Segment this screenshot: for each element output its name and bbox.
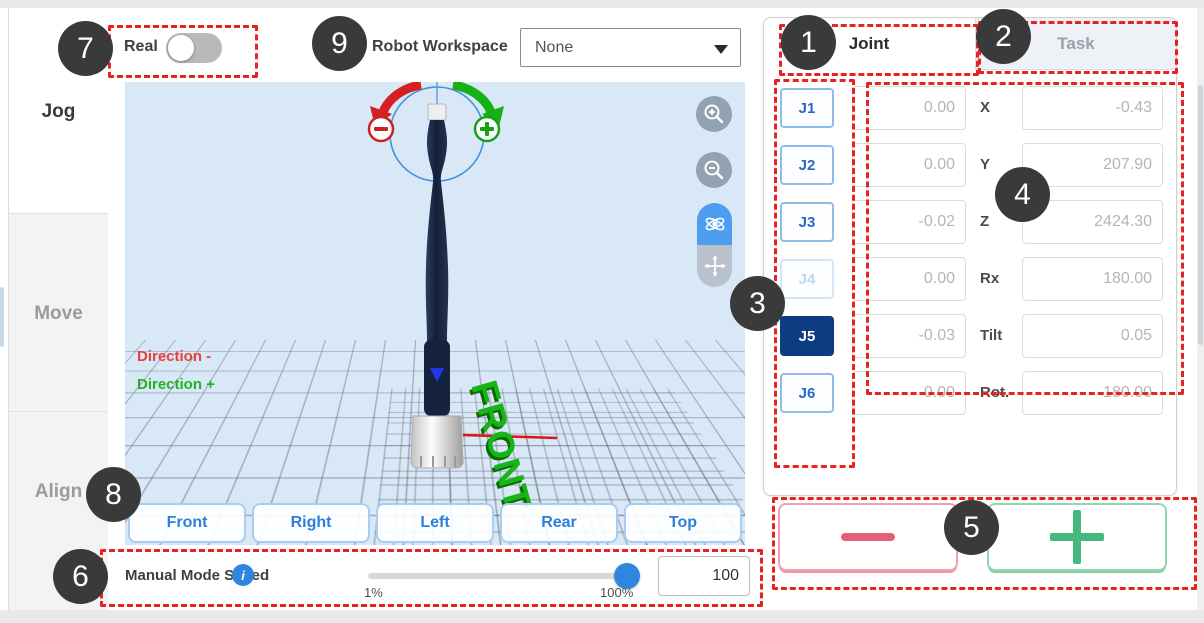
window-frame-bottom <box>0 610 1204 623</box>
joint-value-j2[interactable]: 0.00 <box>852 143 966 187</box>
joint-button-j5[interactable]: J5 <box>780 316 834 356</box>
front-floor-label-group: FRONT FRONT <box>460 376 539 517</box>
joint-value-j6[interactable]: -0.00 <box>852 371 966 415</box>
rotate-minus-arrow <box>383 85 421 112</box>
joint-button-j1[interactable]: J1 <box>780 88 834 128</box>
callout-3: 3 <box>730 276 785 331</box>
speed-value-field[interactable]: 100 <box>658 556 750 596</box>
orbit-rotate-icon <box>703 212 727 236</box>
callout-2: 2 <box>976 9 1031 64</box>
callout-8: 8 <box>86 467 141 522</box>
real-toggle[interactable] <box>166 33 222 63</box>
joint-button-j6[interactable]: J6 <box>780 373 834 413</box>
sidebar: Jog Move Align <box>9 8 108 610</box>
view-top-button[interactable]: Top <box>624 503 742 543</box>
callout-5: 5 <box>944 500 999 555</box>
task-value-tilt[interactable]: 0.05 <box>1022 314 1163 358</box>
left-scrollbar-thumb[interactable] <box>0 287 4 347</box>
sidebar-item-jog[interactable]: Jog <box>9 101 108 123</box>
task-value-x[interactable]: -0.43 <box>1022 86 1163 130</box>
speed-slider-track[interactable] <box>368 573 628 579</box>
right-scrollbar-thumb[interactable] <box>1198 85 1203 345</box>
rotate-plus-arrow <box>453 85 491 112</box>
robot-workspace-label: Robot Workspace <box>372 38 508 56</box>
sidebar-item-move[interactable]: Move <box>9 303 108 325</box>
direction-plus-label: Direction + <box>137 376 215 393</box>
callout-9: 9 <box>312 16 367 71</box>
joint-value-j3[interactable]: -0.02 <box>852 200 966 244</box>
info-icon[interactable]: i <box>232 564 254 586</box>
plus-icon <box>1050 510 1104 564</box>
robot-scene: FRONT FRONT <box>125 82 745 545</box>
robot-tool-cap <box>428 104 446 120</box>
front-floor-label: FRONT <box>463 376 539 515</box>
jog-plus-button[interactable] <box>987 503 1167 571</box>
axis-label-rx: Rx <box>980 257 1022 301</box>
view-front-button[interactable]: Front <box>128 503 246 543</box>
task-value-rot[interactable]: 180.00 <box>1022 371 1163 415</box>
zoom-in-button[interactable] <box>696 96 732 132</box>
view-left-button[interactable]: Left <box>376 503 494 543</box>
pan-arrows-icon <box>703 254 727 278</box>
robot-3d-viewport[interactable]: FRONT FRONT Direction - Direction + <box>125 82 745 545</box>
speed-max-label: 100% <box>600 585 633 600</box>
view-rear-button[interactable]: Rear <box>500 503 618 543</box>
view-right-button[interactable]: Right <box>252 503 370 543</box>
minus-icon <box>374 127 388 131</box>
real-label: Real <box>124 38 158 56</box>
joint-button-j4[interactable]: J4 <box>780 259 834 299</box>
magnifier-plus-icon <box>703 103 725 125</box>
zoom-out-button[interactable] <box>696 152 732 188</box>
chevron-down-icon <box>714 45 728 54</box>
minus-icon <box>841 533 895 541</box>
joint-button-j2[interactable]: J2 <box>780 145 834 185</box>
joint-value-j5[interactable]: -0.03 <box>852 314 966 358</box>
joint-button-j3[interactable]: J3 <box>780 202 834 242</box>
view-mode-toggle <box>697 203 732 287</box>
callout-6: 6 <box>53 549 108 604</box>
plus-icon-v <box>485 122 489 136</box>
direction-minus-label: Direction - <box>137 348 211 365</box>
view-buttons: Front Right Left Rear Top <box>128 503 742 543</box>
callout-4: 4 <box>995 167 1050 222</box>
callout-7: 7 <box>58 21 113 76</box>
joint-value-j1[interactable]: 0.00 <box>852 86 966 130</box>
axis-label-x: X <box>980 86 1022 130</box>
speed-min-label: 1% <box>364 585 383 600</box>
task-value-rx[interactable]: 180.00 <box>1022 257 1163 301</box>
joint-value-j4[interactable]: 0.00 <box>852 257 966 301</box>
jog-minus-button[interactable] <box>778 503 958 571</box>
axis-label-rot: Rot. <box>980 371 1022 415</box>
axis-label-tilt: Tilt <box>980 314 1022 358</box>
magnifier-minus-icon <box>703 159 725 181</box>
callout-1: 1 <box>781 15 836 70</box>
jog-screen: Jog Move Align Real Robot Workspace None <box>0 0 1204 623</box>
pan-view-button[interactable] <box>697 245 732 287</box>
toggle-knob <box>168 35 194 61</box>
robot-workspace-dropdown[interactable]: None <box>520 28 741 67</box>
robot-arm <box>426 120 449 360</box>
rotate-view-button[interactable] <box>697 203 732 245</box>
window-frame-top <box>0 0 1204 8</box>
robot-workspace-value: None <box>535 39 573 57</box>
